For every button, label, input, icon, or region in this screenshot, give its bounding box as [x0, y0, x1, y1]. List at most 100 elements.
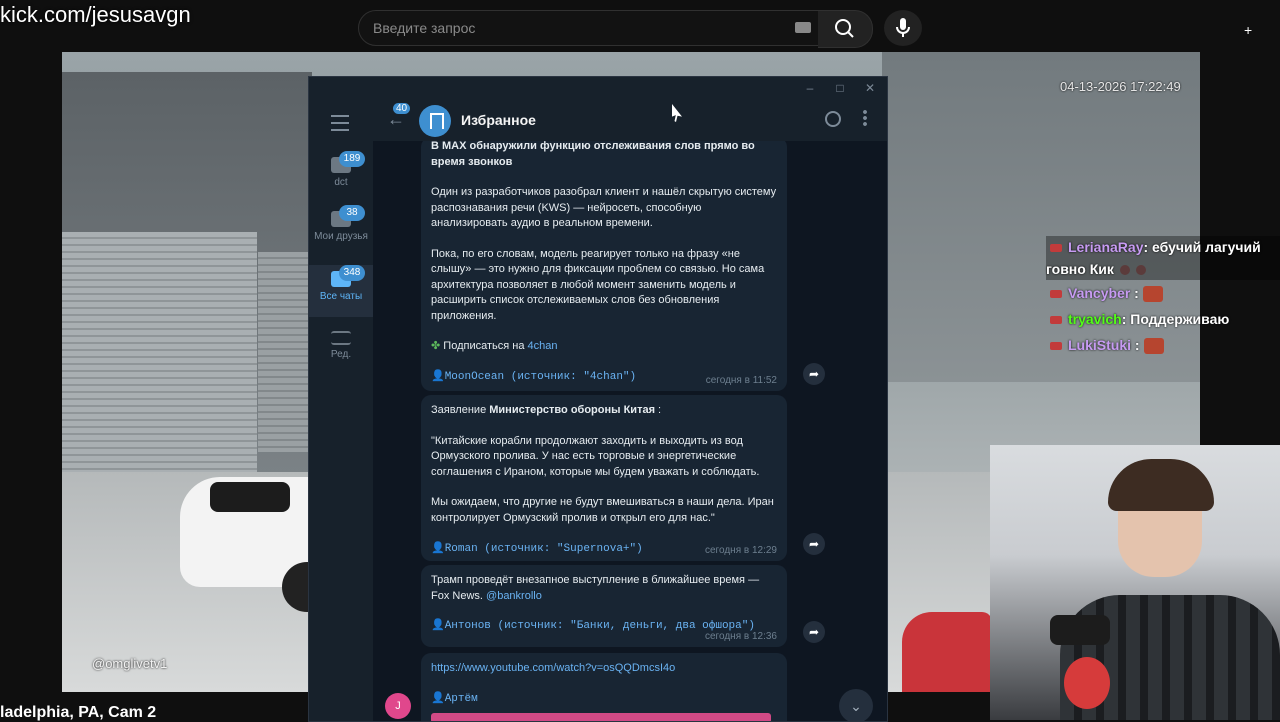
red-car [902, 612, 992, 692]
folder-sidebar: 189 dct 38 Мои друзья 348 Все чаты Ред. [309, 99, 373, 721]
search-input[interactable]: Введите запрос [358, 10, 820, 46]
more-vertical-icon[interactable] [863, 109, 867, 127]
camera-watermark: @omglivetv1 [92, 656, 168, 671]
chat-user: LerianaRay [1068, 239, 1144, 255]
message-bubble[interactable]: Трамп проведёт внезапное выступление в б… [421, 565, 787, 647]
chat-message: LerianaRay: ебучий лагучий говно Кик [1046, 236, 1280, 280]
person-icon: 👤 [431, 619, 445, 631]
message-bubble[interactable]: В MAX обнаружили функцию отслеживания сл… [421, 141, 787, 391]
create-button[interactable]: + [1244, 14, 1280, 42]
mention-link[interactable]: @bankrollo [486, 590, 542, 602]
clover-icon: ✤ [431, 340, 441, 352]
folder-all-chats[interactable]: 348 Все чаты [309, 265, 373, 317]
emote-icon [1143, 338, 1164, 355]
telegram-window[interactable]: – □ ✕ 189 dct 38 Мои друзья 348 Все чаты… [308, 76, 888, 722]
youtube-link[interactable]: https://www.youtube.com/watch?v=osQQDmcs… [431, 662, 675, 674]
chat-text: : [1131, 337, 1140, 353]
message-list[interactable]: В MAX обнаружили функцию отслеживания сл… [373, 141, 887, 721]
folder-edit[interactable]: Ред. [309, 331, 373, 371]
folder-dct[interactable]: 189 dct [309, 151, 373, 197]
search-icon [835, 19, 854, 38]
subscribe-link[interactable]: 4chan [528, 340, 558, 352]
forward-button[interactable]: ➦ [803, 533, 825, 555]
message-text: "Китайские корабли продолжают заходить и… [431, 434, 760, 478]
person-icon: 👤 [431, 369, 445, 382]
message-time: сегодня в 11:52 [705, 374, 777, 386]
folder-label: Все чаты [319, 291, 363, 302]
forward-button[interactable]: ➦ [803, 621, 825, 643]
roller-shutter-2 [258, 252, 308, 452]
chat-user: Vancyber [1068, 285, 1131, 301]
close-icon[interactable]: ✕ [863, 81, 877, 95]
chat-message: LukiStuki : [1046, 332, 1280, 358]
message-time: сегодня в 12:36 [705, 630, 777, 642]
keyboard-icon[interactable] [795, 22, 811, 33]
chat-message: tryavich: Поддерживаю [1046, 306, 1280, 332]
badge-icon [1050, 290, 1062, 299]
message-text: Пока, по его словам, модель реагирует то… [431, 247, 765, 322]
message-text: Заявление [431, 404, 487, 416]
message-time: сегодня в 12:29 [705, 544, 777, 556]
streamer-webcam [990, 445, 1280, 720]
chat-title[interactable]: Избранное [461, 112, 536, 128]
plus-icon: + [1244, 22, 1253, 39]
person-icon: 👤 [431, 542, 445, 554]
sender-avatar[interactable]: J [385, 693, 411, 719]
microphone-icon [896, 18, 910, 37]
channel-url-overlay: kick.com/jesusavgn [0, 2, 191, 27]
streamer-hair [1108, 459, 1214, 511]
window-titlebar[interactable]: – □ ✕ [309, 77, 887, 99]
chat-message: Vancyber : [1046, 280, 1280, 306]
video-timestamp: 04-13-2026 17:22:49 [1060, 79, 1181, 94]
emote-icon [1142, 286, 1163, 303]
chat-text: : [1130, 285, 1139, 301]
forward-button[interactable]: ➦ [803, 363, 825, 385]
video-title: ladelphia, PA, Cam 2 [0, 704, 157, 721]
badge-icon [1050, 316, 1062, 325]
edit-folders-icon [331, 331, 351, 345]
chat-user: LukiStuki [1068, 337, 1132, 353]
search-button[interactable] [818, 10, 873, 48]
browser-top-bar: Введите запрос + [0, 0, 1280, 52]
voice-search-button[interactable] [884, 10, 922, 46]
folder-label: Ред. [330, 349, 352, 360]
chat-header: ← 40 Избранное [373, 99, 887, 141]
search-icon[interactable] [825, 111, 841, 127]
menu-icon[interactable] [331, 115, 349, 131]
folder-label: dct [334, 177, 348, 188]
badge-icon [1050, 244, 1062, 253]
badge-icon [1050, 342, 1062, 351]
emote-icon [1135, 265, 1146, 276]
message-headline: В MAX обнаружили функцию отслеживания сл… [431, 141, 755, 168]
message-source: Roman (источник: "Supernova+") [444, 543, 643, 555]
folder-label: Мои друзья [314, 231, 368, 242]
chat-user: tryavich [1068, 311, 1122, 327]
message-author: Артём [444, 692, 478, 705]
chat-text: : Поддерживаю [1121, 311, 1230, 327]
message-text: Трамп проведёт внезапное выступление в б… [431, 574, 760, 602]
unread-badge: 38 [339, 205, 365, 221]
search-placeholder: Введите запрос [373, 20, 476, 36]
roller-shutter [62, 232, 257, 472]
message-source: MoonOcean (источник: "4chan") [444, 370, 637, 383]
car-window [210, 482, 290, 512]
scroll-down-button[interactable]: ⌄ [839, 689, 873, 721]
stream-chat: LerianaRay: ебучий лагучий говно Кик Van… [1046, 236, 1280, 358]
message-bubble[interactable]: Заявление Министерство обороны Китая : "… [421, 395, 787, 561]
minimize-icon[interactable]: – [803, 81, 817, 95]
unread-badge: 348 [339, 265, 365, 281]
mic-arm [1050, 615, 1110, 645]
message-text: : [655, 404, 662, 416]
message-text-bold: Министерство обороны Китая [489, 404, 655, 416]
bookmark-icon[interactable] [419, 105, 451, 137]
microphone [1064, 657, 1110, 709]
unread-badge: 40 [393, 103, 411, 114]
message-text: Мы ожидаем, что другие не будут вмешиват… [431, 496, 774, 524]
message-bubble[interactable]: https://www.youtube.com/watch?v=osQQDmcs… [421, 653, 787, 721]
folder-friends[interactable]: 38 Мои друзья [309, 205, 373, 259]
person-icon: 👤 [431, 691, 445, 704]
maximize-icon[interactable]: □ [833, 81, 847, 95]
unread-badge: 189 [339, 151, 365, 167]
emote-icon [1119, 265, 1130, 276]
subscribe-text: Подписаться на [443, 340, 525, 352]
